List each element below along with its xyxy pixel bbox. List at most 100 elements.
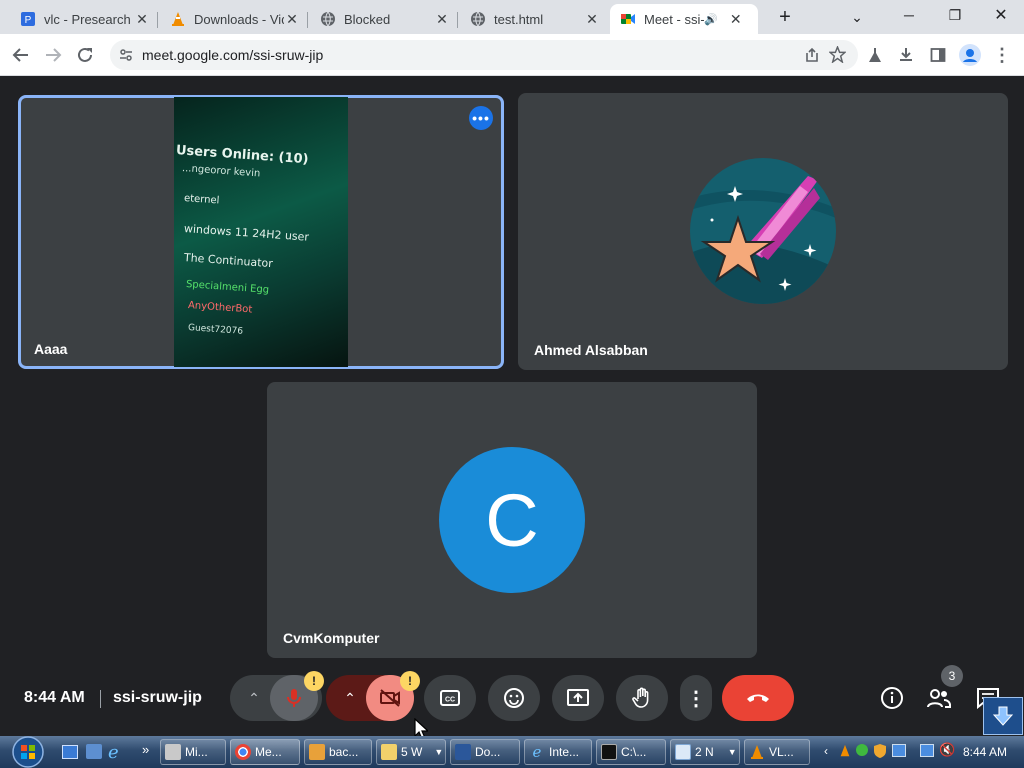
emoji-icon — [504, 688, 524, 708]
more-options-button[interactable]: ••• — [469, 106, 493, 130]
present-icon — [567, 689, 589, 706]
menu-kebab-icon[interactable]: ⋮ — [989, 42, 1015, 68]
close-icon[interactable]: ✕ — [728, 11, 744, 27]
mic-warning-badge: ! — [304, 671, 324, 691]
back-button[interactable] — [8, 42, 34, 68]
caret-down-icon: ▼ — [434, 747, 444, 757]
taskbar-item[interactable]: 2 N ▼ — [670, 739, 740, 765]
volume-muted-icon[interactable]: 🔇 — [939, 742, 955, 758]
ie-icon[interactable]: e — [108, 742, 119, 763]
reload-icon — [78, 47, 92, 62]
vlc-tray-icon[interactable] — [838, 744, 852, 758]
microphone-icon — [287, 689, 301, 707]
address-bar[interactable]: meet.google.com/ssi-sruw-jip — [110, 40, 858, 70]
forward-button[interactable] — [40, 42, 66, 68]
download-icon[interactable] — [893, 42, 919, 68]
ie-icon: e — [532, 743, 542, 761]
close-icon[interactable]: ✕ — [584, 11, 600, 27]
participant-video: Users Online: (10) ...ngeoror kevin eter… — [174, 97, 348, 367]
shield-tray-icon[interactable] — [873, 743, 887, 759]
google-meet-icon — [621, 14, 635, 24]
star-icon[interactable] — [829, 46, 846, 63]
tab-presearch[interactable]: P vlc - Presearch ✕ — [10, 4, 158, 34]
participant-avatar-image — [690, 158, 836, 304]
explorer-icon[interactable] — [86, 744, 102, 759]
chevron-down-icon[interactable]: ⌄ — [834, 2, 880, 32]
terminal-icon — [601, 744, 617, 760]
windows-taskbar: e » Mi... Me... bac... 5 W ▼ Do... e Inte.… — [0, 736, 1024, 768]
camera-warning-badge: ! — [400, 671, 420, 691]
video-user: Guest72076 — [187, 323, 244, 337]
tab-blocked[interactable]: Blocked ✕ — [310, 4, 458, 34]
tab-test-html[interactable]: test.html ✕ — [460, 4, 608, 34]
meeting-clock: 8:44 AM — [24, 689, 85, 706]
notepad-icon — [675, 744, 691, 760]
tab-title: vlc - Presearch — [44, 11, 131, 27]
chevron-up-icon[interactable]: ⌃ — [340, 688, 360, 708]
chrome-icon — [235, 744, 251, 760]
tray-expand-icon[interactable]: ‹ — [824, 744, 828, 758]
taskbar-clock[interactable]: 8:44 AM — [963, 745, 1007, 759]
chevron-up-icon[interactable]: ⌃ — [244, 688, 264, 708]
network-tray-icon[interactable] — [892, 744, 906, 757]
vlc-cone-icon — [751, 745, 763, 759]
document-icon — [455, 744, 471, 760]
download-arrow-icon[interactable] — [983, 697, 1023, 735]
green-status-tray-icon[interactable] — [856, 744, 868, 756]
raise-hand-button[interactable] — [616, 675, 668, 721]
people-icon[interactable] — [926, 685, 952, 711]
video-user: The Continuator — [183, 251, 274, 271]
participant-tile[interactable]: Ahmed Alsabban — [518, 93, 1008, 370]
caret-down-icon: ▼ — [727, 747, 737, 757]
close-icon[interactable]: ✕ — [434, 11, 450, 27]
close-icon[interactable]: ✕ — [284, 11, 300, 27]
taskbar-item[interactable]: C:\... — [596, 739, 666, 765]
participant-initial-avatar: C — [439, 447, 585, 593]
labs-icon[interactable] — [862, 42, 888, 68]
meeting-code[interactable]: ssi-sruw-jip — [113, 689, 202, 707]
site-info-icon[interactable] — [119, 48, 133, 62]
taskbar-item[interactable]: Do... — [450, 739, 520, 765]
participant-tile[interactable]: Users Online: (10) ...ngeoror kevin eter… — [18, 95, 504, 369]
new-tab-button[interactable]: + — [762, 2, 808, 32]
camera-off-icon — [380, 689, 400, 707]
profile-avatar-icon[interactable] — [957, 42, 983, 68]
vlc-cone-icon — [172, 12, 184, 26]
url-text[interactable]: meet.google.com/ssi-sruw-jip — [142, 47, 323, 63]
tab-title: test.html — [494, 11, 544, 27]
quicklaunch-chevron-icon[interactable]: » — [142, 742, 149, 757]
video-user: Specialmeni Egg — [185, 279, 270, 296]
captions-button[interactable]: CC — [424, 675, 476, 721]
taskbar-item[interactable]: Me... — [230, 739, 300, 765]
tab-downloads[interactable]: Downloads - VideoLAN ✕ — [160, 4, 308, 34]
taskbar-item[interactable]: VL... — [744, 739, 810, 765]
video-user: AnyOtherBot — [187, 300, 253, 316]
divider — [100, 690, 101, 708]
side-panel-icon[interactable] — [925, 42, 951, 68]
reload-button[interactable] — [72, 42, 98, 68]
reactions-button[interactable] — [488, 675, 540, 721]
more-options-kebab-icon[interactable]: ⋮ — [680, 675, 712, 721]
share-icon[interactable] — [804, 47, 820, 63]
captions-icon: CC — [440, 690, 460, 706]
participant-tile[interactable]: C CvmKomputer — [267, 382, 757, 658]
browser-toolbar: meet.google.com/ssi-sruw-jip ⋮ — [0, 34, 1024, 76]
present-screen-button[interactable] — [552, 675, 604, 721]
tab-meet[interactable]: Meet - ssi-sruw-jip 🔊 ✕ — [610, 4, 758, 34]
meeting-info-icon[interactable] — [879, 685, 905, 711]
show-desktop-icon[interactable] — [62, 745, 78, 759]
taskbar-item[interactable]: bac... — [304, 739, 372, 765]
close-window-button[interactable]: ✕ — [978, 0, 1024, 30]
restore-button[interactable]: ❐ — [932, 0, 978, 30]
tab-title: Downloads - VideoLAN — [194, 11, 284, 27]
leave-call-button[interactable] — [722, 675, 794, 721]
participant-name: CvmKomputer — [283, 630, 380, 646]
taskbar-item[interactable]: e Inte... — [524, 739, 592, 765]
close-icon[interactable]: ✕ — [134, 11, 150, 27]
minimize-button[interactable]: ─ — [886, 0, 932, 30]
speaker-icon[interactable]: 🔊 — [704, 13, 718, 26]
taskbar-item[interactable]: Mi... — [160, 739, 226, 765]
display-tray-icon[interactable] — [920, 744, 934, 757]
taskbar-item[interactable]: 5 W ▼ — [376, 739, 446, 765]
windows-start-orb-icon[interactable] — [8, 736, 48, 768]
